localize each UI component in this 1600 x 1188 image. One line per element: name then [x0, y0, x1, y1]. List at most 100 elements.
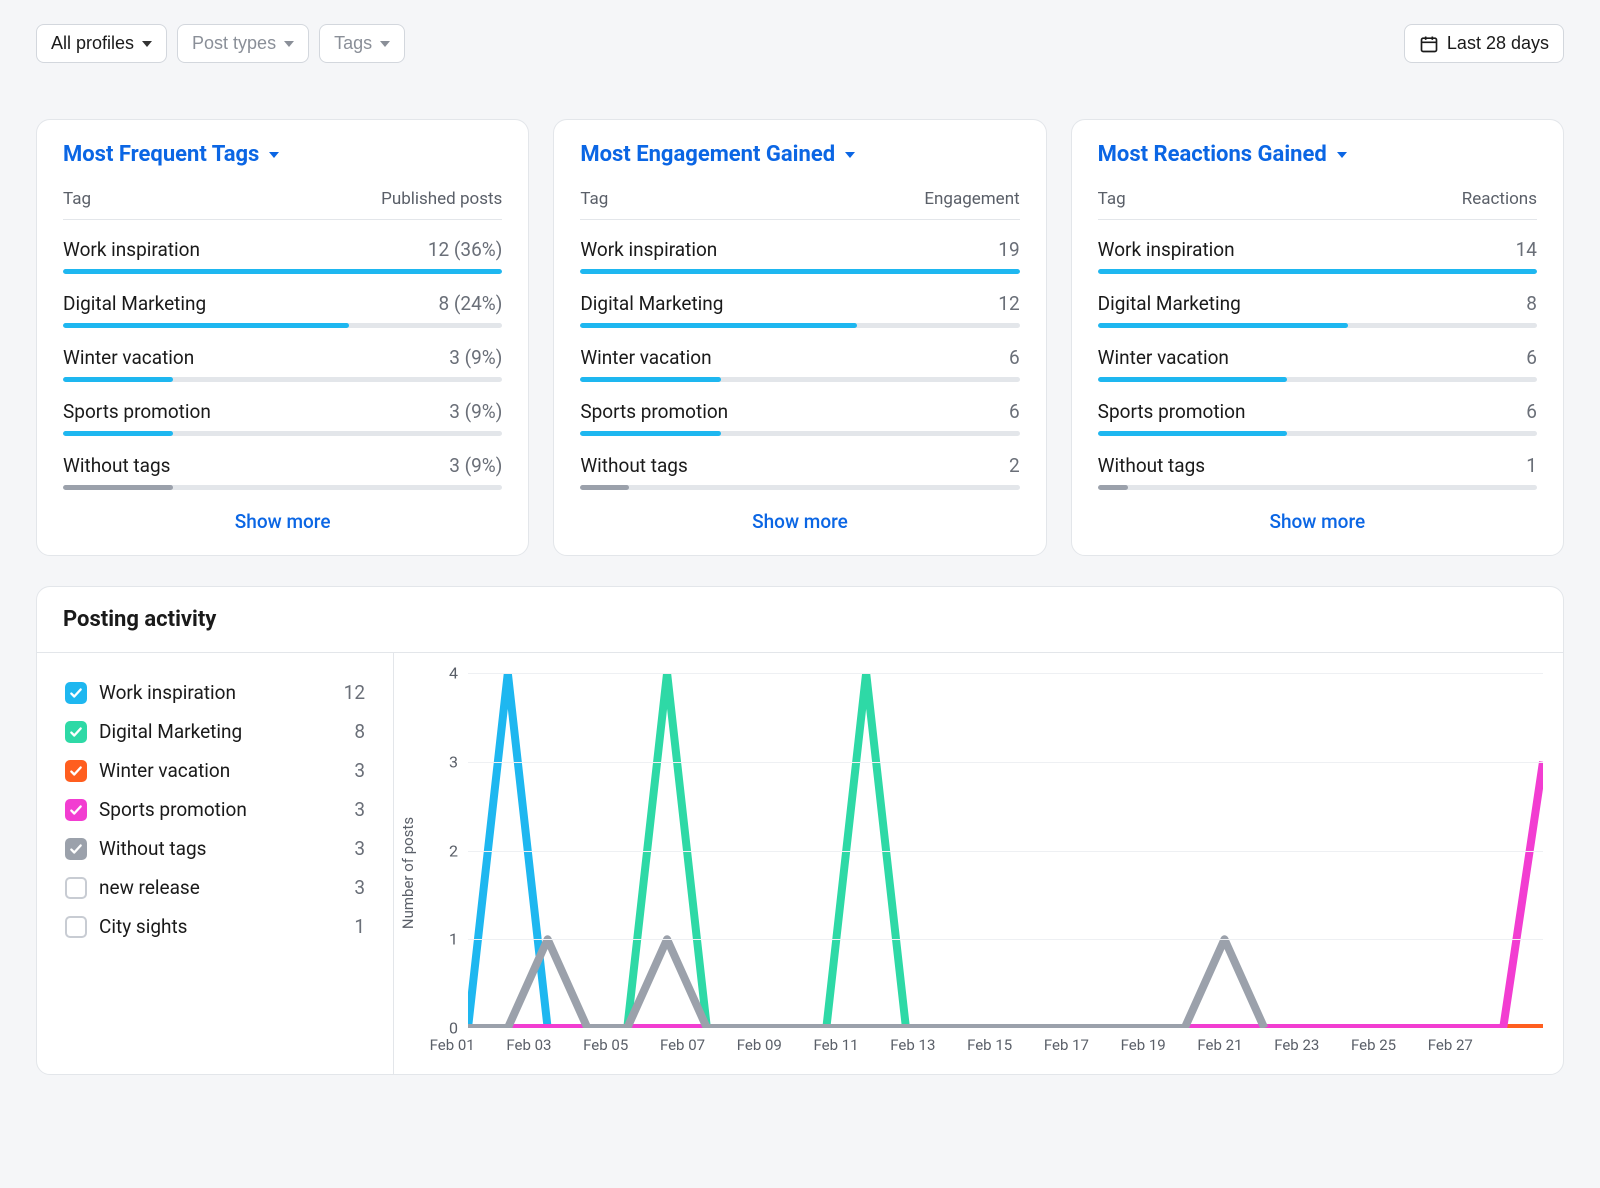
chevron-down-icon	[1337, 152, 1347, 158]
legend-count: 3	[354, 798, 365, 821]
x-tick: Feb 17	[1044, 1036, 1121, 1054]
card-header-dropdown[interactable]: Most Frequent Tags	[63, 142, 502, 167]
column-headers: TagReactions	[1098, 189, 1537, 220]
stat-card: Most Reactions Gained TagReactions Work in…	[1071, 119, 1564, 556]
date-range-button[interactable]: Last 28 days	[1404, 24, 1564, 63]
chevron-down-icon	[269, 152, 279, 158]
legend-checkbox[interactable]	[65, 916, 87, 938]
chevron-down-icon	[845, 152, 855, 158]
bar-track	[1098, 431, 1537, 436]
legend-count: 3	[354, 837, 365, 860]
legend-checkbox[interactable]	[65, 799, 87, 821]
bar-track	[63, 485, 502, 490]
legend-checkbox[interactable]	[65, 838, 87, 860]
stat-label: Without tags	[63, 454, 170, 477]
x-tick: Feb 19	[1121, 1036, 1198, 1054]
legend-label: City sights	[99, 915, 342, 938]
card-title: Most Frequent Tags	[63, 142, 259, 167]
stat-label: Digital Marketing	[1098, 292, 1241, 315]
legend-label: new release	[99, 876, 342, 899]
card-title: Most Engagement Gained	[580, 142, 835, 167]
column-headers: Tag Published posts	[63, 189, 502, 220]
stat-row: Winter vacation6	[1098, 346, 1537, 382]
legend-checkbox[interactable]	[65, 721, 87, 743]
legend-item[interactable]: Sports promotion 3	[65, 790, 365, 829]
bar-track	[580, 485, 1019, 490]
y-tick: 1	[449, 930, 458, 949]
bar-track	[1098, 485, 1537, 490]
legend-item[interactable]: Work inspiration12	[65, 673, 365, 712]
card-header-dropdown[interactable]: Most Reactions Gained	[1098, 142, 1537, 167]
stat-value: 6	[1526, 400, 1537, 423]
bar-fill	[1098, 323, 1348, 328]
legend-item[interactable]: Digital Marketing 8	[65, 712, 365, 751]
bar-fill	[1098, 485, 1129, 490]
stat-label: Winter vacation	[63, 346, 194, 369]
bar-track	[1098, 323, 1537, 328]
x-tick: Feb 13	[890, 1036, 967, 1054]
chevron-down-icon	[380, 41, 390, 47]
stat-row: Winter vacation3 (9%)	[63, 346, 502, 382]
x-tick: Feb 25	[1351, 1036, 1428, 1054]
legend-count: 1	[354, 915, 365, 938]
stat-label: Winter vacation	[580, 346, 711, 369]
stat-value: 6	[1009, 400, 1020, 423]
show-more-link[interactable]: Show more	[580, 510, 1019, 533]
bar-track	[63, 323, 502, 328]
stat-row: Without tags3 (9%)	[63, 454, 502, 490]
gridline	[468, 939, 1543, 940]
x-tick: Feb 23	[1274, 1036, 1351, 1054]
bar-track	[63, 269, 502, 274]
stat-row: Digital Marketing8 (24%)	[63, 292, 502, 328]
x-tick: Feb 03	[506, 1036, 583, 1054]
col-header: Published posts	[381, 189, 502, 209]
stat-label: Work inspiration	[63, 238, 200, 261]
chart-plot-area: 01234	[468, 673, 1543, 1028]
legend-checkbox[interactable]	[65, 682, 87, 704]
x-tick: Feb 15	[967, 1036, 1044, 1054]
filter-profiles[interactable]: All profiles	[36, 24, 167, 63]
legend-label: Digital Marketing	[99, 720, 342, 743]
show-more-link[interactable]: Show more	[1098, 510, 1537, 533]
legend-label: Sports promotion	[99, 798, 342, 821]
bar-fill	[580, 431, 721, 436]
posting-activity-card: Posting activity Work inspiration12Digit…	[36, 586, 1564, 1075]
legend-checkbox[interactable]	[65, 760, 87, 782]
x-tick: Feb 07	[660, 1036, 737, 1054]
filter-post-types[interactable]: Post types	[177, 24, 309, 63]
stat-value: 8	[1526, 292, 1537, 315]
stat-label: Work inspiration	[1098, 238, 1235, 261]
stat-value: 8 (24%)	[439, 292, 503, 315]
activity-chart: Number of posts 01234 Feb 01Feb 03Feb 05…	[394, 653, 1563, 1074]
x-tick: Feb 05	[583, 1036, 660, 1054]
legend-item[interactable]: Winter vacation3	[65, 751, 365, 790]
activity-title: Posting activity	[63, 607, 1537, 632]
col-header: Tag	[63, 189, 91, 209]
card-header-dropdown[interactable]: Most Engagement Gained	[580, 142, 1019, 167]
stat-label: Without tags	[1098, 454, 1205, 477]
legend-item[interactable]: City sights 1	[65, 907, 365, 946]
y-tick: 2	[449, 841, 458, 860]
x-tick: Feb 21	[1197, 1036, 1274, 1054]
stat-label: Work inspiration	[580, 238, 717, 261]
filter-tags[interactable]: Tags	[319, 24, 405, 63]
gridline	[468, 673, 1543, 674]
legend-checkbox[interactable]	[65, 877, 87, 899]
y-tick: 3	[449, 752, 458, 771]
stat-row: Work inspiration12 (36%)	[63, 238, 502, 274]
bar-fill	[1098, 431, 1287, 436]
legend-item[interactable]: new release3	[65, 868, 365, 907]
bar-track	[63, 431, 502, 436]
legend-count: 8	[354, 720, 365, 743]
stat-row: Sports promotion6	[1098, 400, 1537, 436]
bar-fill	[1098, 269, 1537, 274]
stat-row: Work inspiration19	[580, 238, 1019, 274]
activity-legend: Work inspiration12 Digital Marketing 8 Wint…	[37, 653, 394, 1074]
stat-row: Digital Marketing12	[580, 292, 1019, 328]
show-more-link[interactable]: Show more	[63, 510, 502, 533]
bar-fill	[580, 323, 857, 328]
card-title: Most Reactions Gained	[1098, 142, 1327, 167]
legend-item[interactable]: Without tags3	[65, 829, 365, 868]
legend-count: 3	[354, 759, 365, 782]
stat-label: Digital Marketing	[580, 292, 723, 315]
